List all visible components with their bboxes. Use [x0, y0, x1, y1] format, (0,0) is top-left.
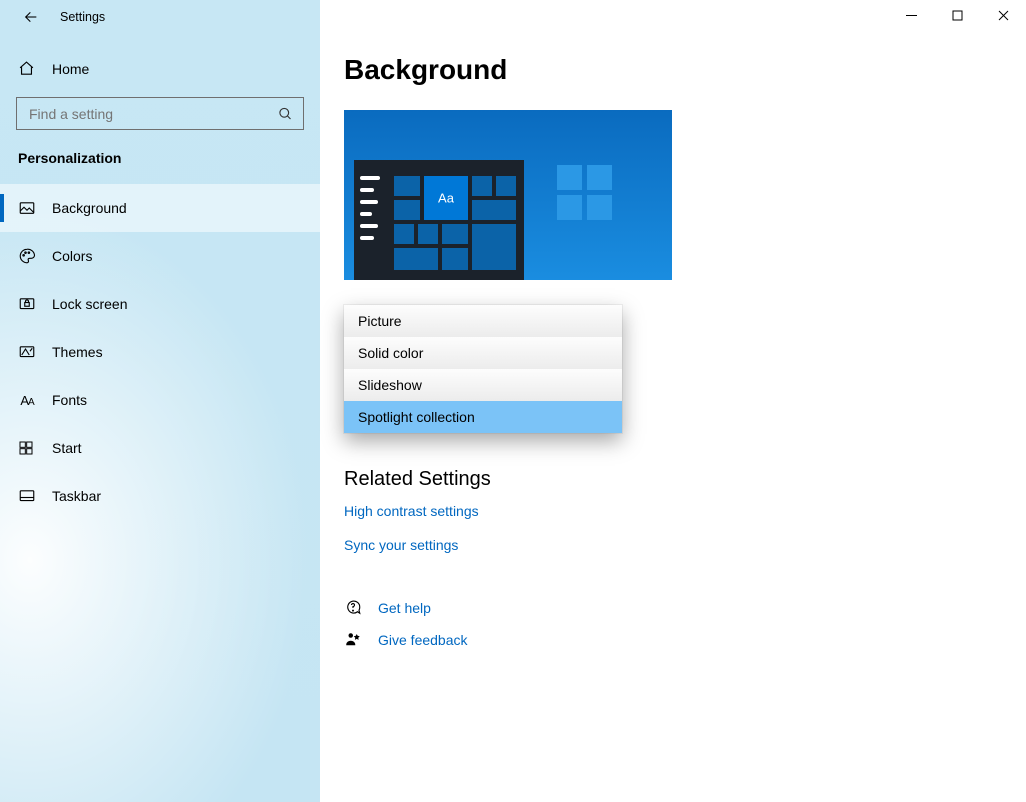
- related-heading: Related Settings: [344, 468, 1026, 491]
- start-icon: [18, 440, 36, 456]
- search-input[interactable]: [27, 105, 269, 123]
- minimize-button[interactable]: [888, 0, 934, 30]
- background-dropdown: Picture Solid color Slideshow Spotlight …: [344, 305, 622, 433]
- sidebar-item-label: Start: [52, 440, 82, 456]
- close-button[interactable]: [980, 0, 1026, 30]
- dropdown-option-spotlight[interactable]: Spotlight collection: [344, 401, 622, 433]
- help-icon: [344, 599, 362, 617]
- sidebar-item-themes[interactable]: Themes: [0, 328, 320, 376]
- sidebar-item-label: Colors: [52, 248, 92, 264]
- sidebar-item-start[interactable]: Start: [0, 424, 320, 472]
- window-controls: [888, 0, 1026, 30]
- feedback-label: Give feedback: [378, 632, 468, 648]
- back-button[interactable]: [22, 8, 40, 26]
- sidebar-nav: Background Colors Lock screen Themes: [0, 184, 320, 520]
- sidebar-home[interactable]: Home: [0, 52, 320, 85]
- home-label: Home: [52, 61, 89, 77]
- sidebar-item-taskbar[interactable]: Taskbar: [0, 472, 320, 520]
- themes-icon: [18, 343, 36, 361]
- dropdown-option-slideshow[interactable]: Slideshow: [344, 369, 622, 401]
- fonts-icon: AA: [18, 393, 36, 408]
- picture-icon: [18, 199, 36, 217]
- sidebar-item-label: Themes: [52, 344, 103, 360]
- dropdown-option-solid[interactable]: Solid color: [344, 337, 622, 369]
- search-box[interactable]: [16, 97, 304, 130]
- feedback-row[interactable]: Give feedback: [344, 631, 1026, 649]
- sidebar-item-label: Fonts: [52, 392, 87, 408]
- maximize-button[interactable]: [934, 0, 980, 30]
- sidebar-item-colors[interactable]: Colors: [0, 232, 320, 280]
- app-title: Settings: [60, 10, 105, 24]
- search-wrap: [16, 97, 304, 130]
- search-icon: [278, 106, 293, 121]
- settings-window: Home Personalization Background: [0, 0, 1026, 802]
- dropdown-option-picture[interactable]: Picture: [344, 305, 622, 337]
- titlebar: Settings: [0, 0, 1026, 34]
- sidebar: Home Personalization Background: [0, 0, 320, 802]
- home-icon: [18, 60, 36, 77]
- sidebar-category: Personalization: [0, 150, 320, 166]
- sidebar-item-label: Taskbar: [52, 488, 101, 504]
- preview-start-menu: Aa: [354, 160, 524, 280]
- sidebar-item-lockscreen[interactable]: Lock screen: [0, 280, 320, 328]
- windows-logo-icon: [557, 165, 612, 220]
- get-help-row[interactable]: Get help: [344, 599, 1026, 617]
- preview-sample-text: Aa: [438, 191, 454, 206]
- sidebar-item-label: Lock screen: [52, 296, 127, 312]
- taskbar-icon: [18, 487, 36, 505]
- page-title: Background: [344, 54, 1026, 86]
- link-high-contrast[interactable]: High contrast settings: [344, 503, 479, 519]
- palette-icon: [18, 247, 36, 265]
- lock-icon: [18, 295, 36, 313]
- get-help-label: Get help: [378, 600, 431, 616]
- sidebar-item-label: Background: [52, 200, 127, 216]
- sidebar-item-background[interactable]: Background: [0, 184, 320, 232]
- feedback-icon: [344, 631, 362, 649]
- background-preview: Aa: [344, 110, 672, 280]
- link-sync-settings[interactable]: Sync your settings: [344, 537, 458, 553]
- sidebar-item-fonts[interactable]: AA Fonts: [0, 376, 320, 424]
